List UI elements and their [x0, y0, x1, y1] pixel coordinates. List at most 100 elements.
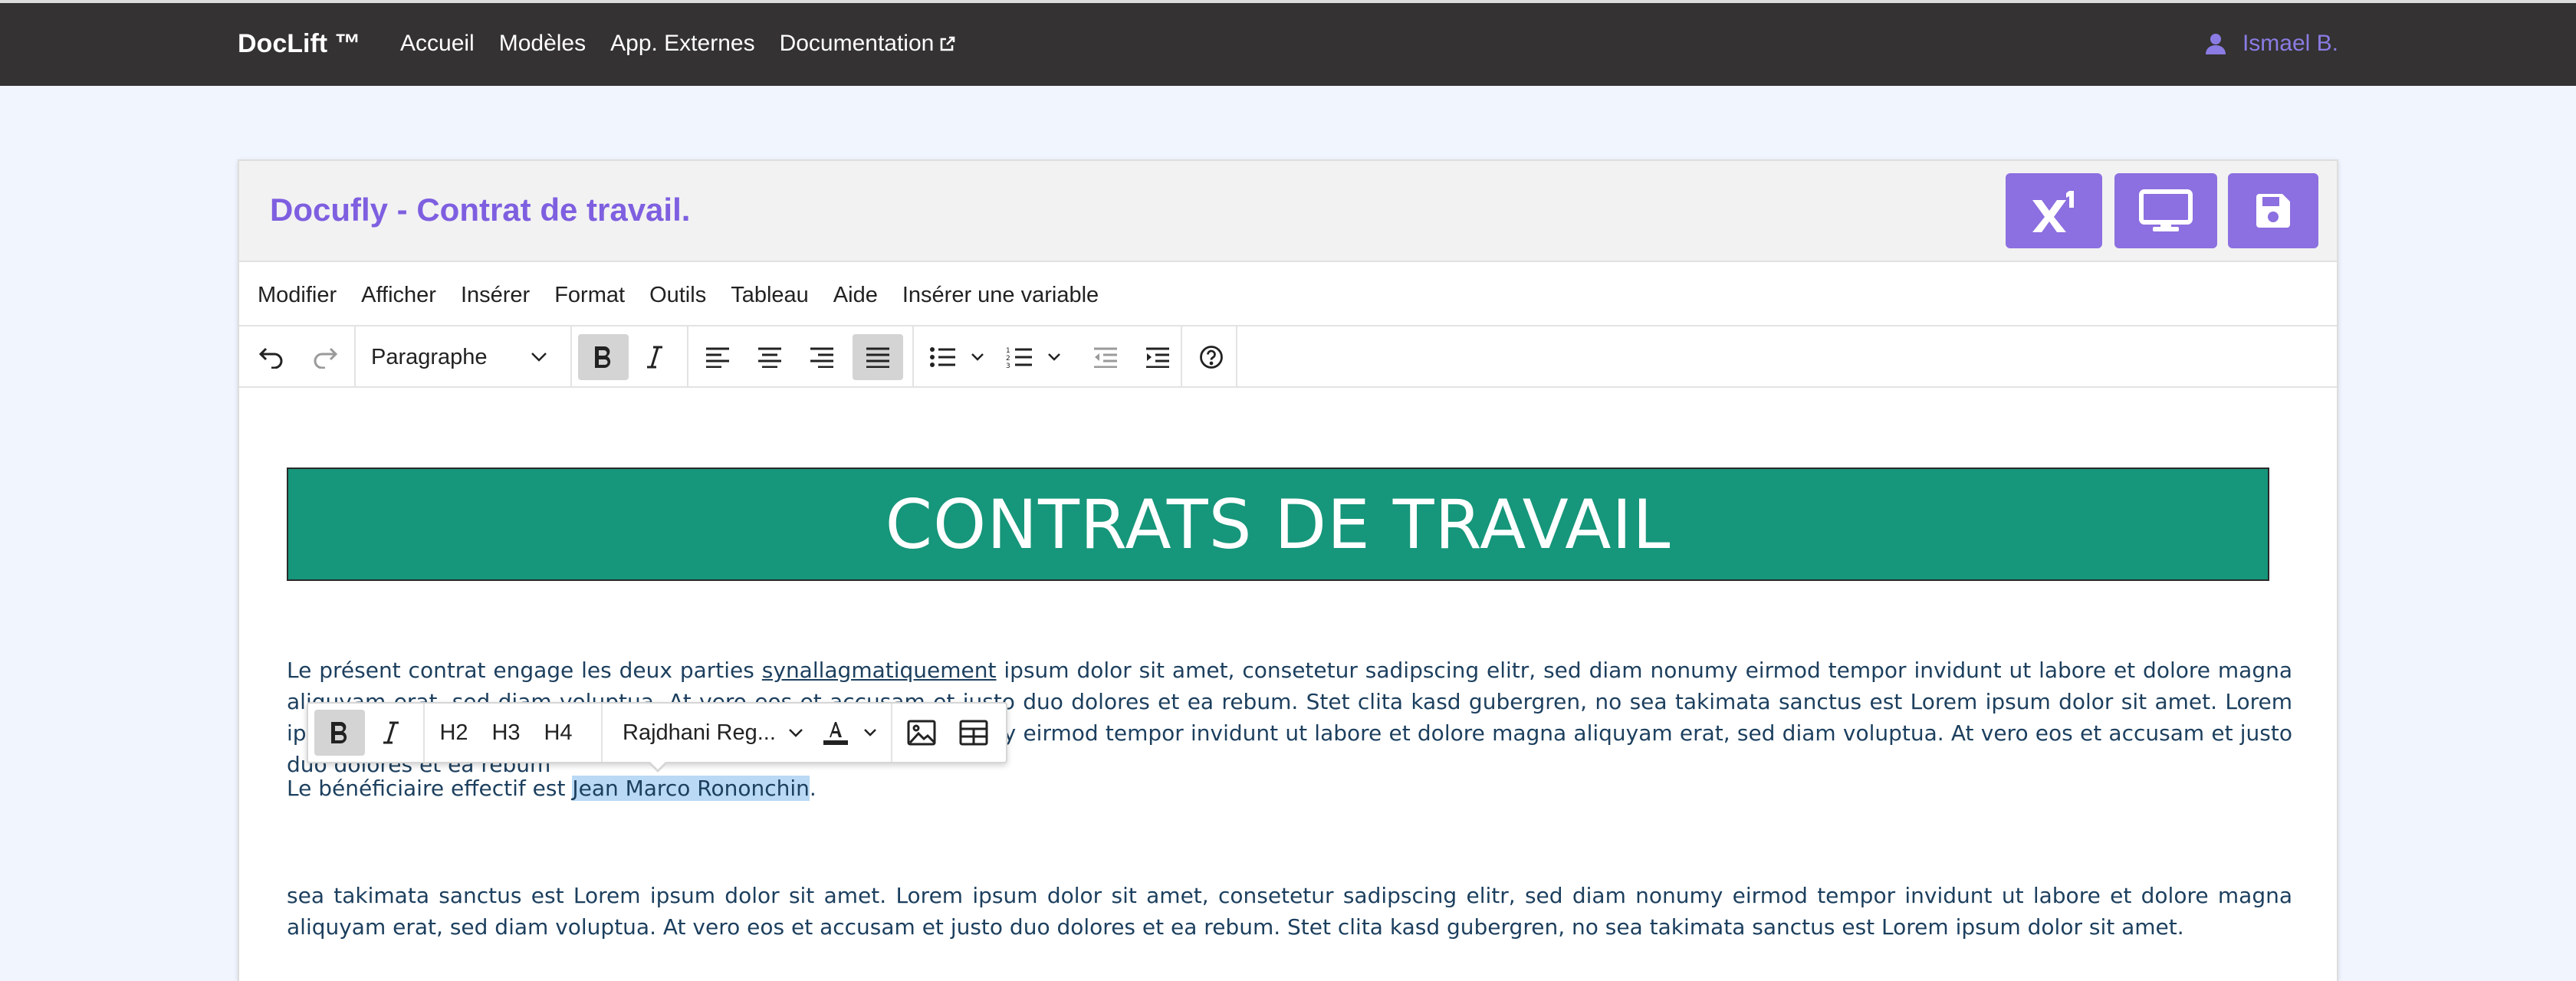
align-left-button[interactable]	[696, 334, 739, 380]
floppy-disk-icon	[2256, 194, 2290, 228]
nav-link-accueil[interactable]: Accueil	[400, 31, 475, 57]
heading-4-label: H4	[544, 720, 573, 745]
indent-button[interactable]	[1136, 334, 1179, 380]
chevron-down-icon	[864, 729, 876, 737]
superscript-variable-button[interactable]	[2006, 173, 2102, 248]
editor-toolbar: Paragraphe 123	[239, 326, 2337, 388]
superscript-icon	[2032, 191, 2074, 232]
nav-links: Accueil Modèles App. Externes Documentat…	[400, 31, 981, 57]
menu-inserer-variable[interactable]: Insérer une variable	[902, 283, 1099, 308]
float-italic-button[interactable]	[370, 710, 412, 756]
editor-menubar: Modifier Afficher Insérer Format Outils …	[239, 265, 2337, 326]
menu-afficher[interactable]: Afficher	[361, 283, 436, 308]
align-center-button[interactable]	[748, 334, 791, 380]
align-left-icon	[706, 347, 729, 368]
toolbar-divider	[601, 704, 603, 762]
heading-3-button[interactable]: H3	[481, 710, 531, 756]
table-icon	[959, 720, 988, 746]
document-editor-area[interactable]: CONTRATS DE TRAVAIL Le présent contrat e…	[239, 389, 2337, 981]
selected-beneficiary-name[interactable]: Jean Marco Rononchin	[572, 776, 810, 801]
outdent-button[interactable]	[1084, 334, 1127, 380]
paragraph-body[interactable]: sea takimata sanctus est Lorem ipsum dol…	[287, 880, 2292, 943]
toolbar-divider	[1236, 326, 1237, 386]
toolbar-pointer-arrow	[647, 760, 669, 773]
floating-selection-toolbar: H2 H3 H4 Rajdhani Reg...	[307, 702, 1007, 773]
numbered-list-icon: 123	[1006, 347, 1032, 369]
toolbar-divider	[687, 326, 688, 386]
bullet-list-button[interactable]	[920, 334, 994, 380]
menu-aide[interactable]: Aide	[833, 283, 878, 308]
card-header: Docufly - Contrat de travail.	[239, 161, 2337, 262]
font-family-value: Rajdhani Reg...	[623, 720, 776, 745]
svg-text:3: 3	[1006, 363, 1010, 369]
block-format-select[interactable]: Paragraphe	[362, 334, 561, 380]
nav-link-modeles[interactable]: Modèles	[499, 31, 586, 57]
top-navbar: DocLift ™ Accueil Modèles App. Externes …	[0, 0, 2576, 86]
bold-button[interactable]	[578, 334, 629, 380]
redo-button[interactable]	[304, 334, 347, 380]
bold-icon	[595, 346, 611, 369]
heading-2-button[interactable]: H2	[429, 710, 478, 756]
menu-outils[interactable]: Outils	[649, 283, 706, 308]
italic-icon	[647, 346, 662, 369]
chevron-down-icon	[531, 353, 547, 362]
svg-text:1: 1	[1006, 347, 1010, 355]
chevron-down-icon	[1048, 353, 1060, 361]
intro-text-start: Le présent contrat engage les deux parti…	[287, 658, 762, 683]
editor-card: Docufly - Contrat de travail. Modifier A…	[238, 159, 2338, 981]
float-bold-button[interactable]	[314, 710, 365, 756]
paragraph-beneficiary[interactable]: Le bénéficiaire effectif est Jean Marco …	[287, 773, 2292, 804]
align-justify-icon	[866, 347, 889, 368]
outdent-icon	[1094, 347, 1117, 368]
toolbar-divider	[912, 326, 914, 386]
chevron-down-icon	[789, 728, 803, 737]
undo-icon	[258, 347, 283, 369]
heading-3-label: H3	[491, 720, 521, 745]
menu-format[interactable]: Format	[554, 283, 625, 308]
insert-image-button[interactable]	[899, 710, 945, 756]
text-color-icon	[823, 722, 848, 745]
numbered-list-button[interactable]: 123	[997, 334, 1070, 380]
user-icon	[2205, 34, 2226, 54]
beneficiary-text: Le bénéficiaire effectif est	[287, 776, 573, 801]
redo-icon	[314, 347, 338, 369]
italic-icon	[383, 721, 399, 744]
toolbar-divider	[423, 704, 425, 762]
image-icon	[907, 720, 936, 746]
insert-table-button[interactable]	[951, 710, 997, 756]
indent-icon	[1146, 347, 1169, 368]
toolbar-divider	[891, 704, 892, 762]
svg-text:2: 2	[1006, 355, 1010, 363]
help-button[interactable]	[1190, 334, 1233, 380]
toolbar-divider	[354, 326, 356, 386]
nav-link-apps[interactable]: App. Externes	[610, 31, 754, 57]
menu-modifier[interactable]: Modifier	[258, 283, 337, 308]
italic-button[interactable]	[633, 334, 676, 380]
title-banner: CONTRATS DE TRAVAIL	[287, 468, 2269, 581]
text-color-button[interactable]	[811, 710, 888, 756]
undo-button[interactable]	[250, 334, 293, 380]
brand-logo[interactable]: DocLift ™	[238, 29, 361, 59]
bullet-list-icon	[930, 347, 955, 367]
bold-icon	[331, 721, 347, 744]
block-format-value: Paragraphe	[371, 344, 488, 369]
user-name: Ismael B.	[2242, 31, 2338, 56]
align-right-icon	[810, 347, 833, 368]
heading-4-button[interactable]: H4	[534, 710, 583, 756]
align-justify-button[interactable]	[853, 334, 903, 380]
nav-link-documentation-label: Documentation	[779, 31, 935, 56]
document-title: Docufly - Contrat de travail.	[270, 192, 691, 228]
nav-link-documentation[interactable]: Documentation	[780, 31, 958, 57]
user-menu[interactable]: Ismael B.	[2205, 31, 2338, 57]
intro-link-word[interactable]: synallagmatiquement	[762, 658, 997, 683]
font-family-select[interactable]: Rajdhani Reg...	[613, 710, 813, 756]
preview-button[interactable]	[2114, 173, 2217, 248]
align-right-button[interactable]	[800, 334, 843, 380]
menu-tableau[interactable]: Tableau	[731, 283, 809, 308]
toolbar-divider	[570, 326, 572, 386]
help-icon	[1200, 346, 1223, 369]
menu-inserer[interactable]: Insérer	[461, 283, 530, 308]
external-link-icon	[941, 36, 955, 51]
align-center-icon	[758, 347, 781, 368]
save-button[interactable]	[2228, 173, 2318, 248]
